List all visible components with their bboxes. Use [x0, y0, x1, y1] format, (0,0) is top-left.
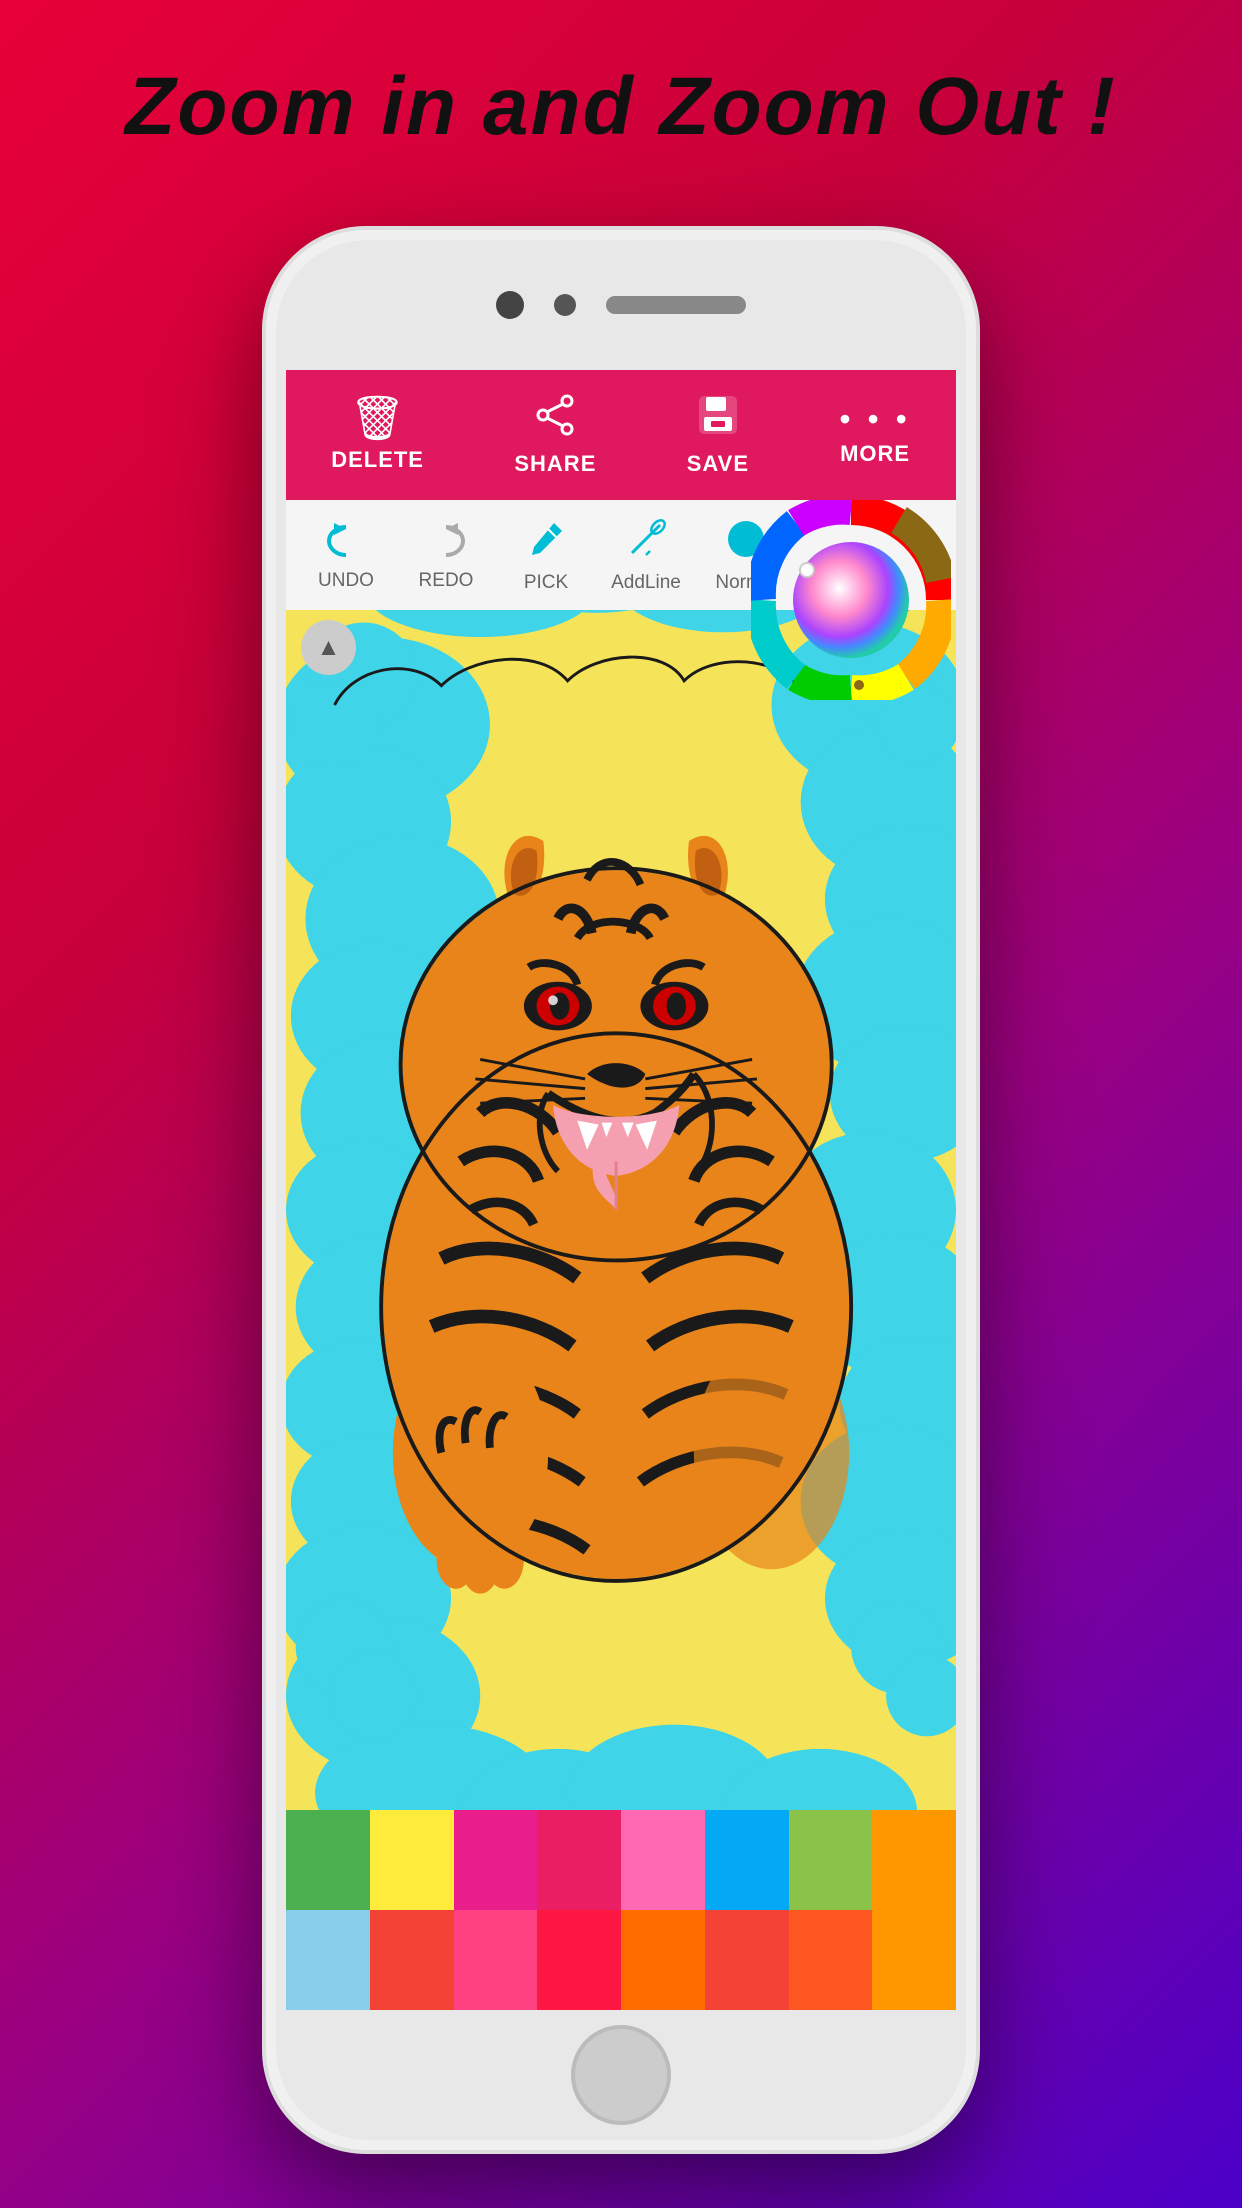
delete-button[interactable]: 🗑 DELETE [331, 397, 424, 473]
more-button[interactable]: • • • MORE [839, 403, 910, 467]
redo-icon [424, 519, 468, 566]
undo-button[interactable]: UNDO [296, 519, 396, 592]
palette-yellow[interactable] [370, 1810, 454, 1910]
undo-icon [324, 519, 368, 566]
collapse-button[interactable]: ▲ [301, 620, 356, 675]
addline-icon [624, 517, 668, 568]
pick-icon [524, 517, 568, 568]
save-label: SAVE [687, 451, 749, 477]
delete-label: DELETE [331, 447, 424, 473]
save-icon [696, 393, 740, 445]
palette-bright-red[interactable] [537, 1910, 621, 2010]
redo-label: REDO [419, 570, 474, 592]
front-camera [496, 291, 524, 319]
palette-orange[interactable] [872, 1810, 956, 1910]
phone-screen: 🗑 DELETE SHARE [286, 370, 956, 2010]
redo-button[interactable]: REDO [396, 519, 496, 592]
home-button[interactable] [571, 2025, 671, 2125]
palette-deep-orange[interactable] [621, 1910, 705, 2010]
palette-green[interactable] [286, 1810, 370, 1910]
color-wheel[interactable] [751, 500, 951, 700]
palette-amber[interactable] [872, 1910, 956, 2010]
phone-top-bezel [276, 240, 966, 370]
camera-sensor [554, 294, 576, 316]
undo-label: UNDO [318, 570, 374, 592]
palette-light-blue[interactable] [286, 1910, 370, 2010]
more-label: MORE [840, 441, 910, 467]
phone-inner: 🗑 DELETE SHARE [276, 240, 966, 2140]
pick-button[interactable]: PICK [496, 517, 596, 594]
headline-text: Zoom in and Zoom Out ! [0, 60, 1242, 154]
palette-hot-pink[interactable] [454, 1810, 538, 1910]
color-palette [286, 1810, 956, 2010]
palette-deep-pink[interactable] [537, 1810, 621, 1910]
palette-lime[interactable] [789, 1810, 873, 1910]
app-toolbar: 🗑 DELETE SHARE [286, 370, 956, 500]
trash-icon: 🗑 [350, 397, 406, 441]
share-label: SHARE [514, 451, 596, 477]
palette-red[interactable] [370, 1910, 454, 2010]
addline-label: AddLine [611, 572, 681, 594]
phone-frame: 🗑 DELETE SHARE [266, 230, 976, 2150]
phone-bottom-bezel [276, 2010, 966, 2140]
palette-sky-blue[interactable] [705, 1810, 789, 1910]
more-icon: • • • [839, 403, 910, 435]
palette-pink-red[interactable] [454, 1910, 538, 2010]
palette-light-pink[interactable] [621, 1810, 705, 1910]
addline-button[interactable]: AddLine [596, 517, 696, 594]
palette-red2[interactable] [705, 1910, 789, 2010]
speaker [606, 296, 746, 314]
canvas-area[interactable] [286, 610, 956, 1810]
save-button[interactable]: SAVE [687, 393, 749, 477]
share-icon [533, 393, 577, 445]
share-button[interactable]: SHARE [514, 393, 596, 477]
palette-burnt-orange[interactable] [789, 1910, 873, 2010]
pick-label: PICK [524, 572, 568, 594]
